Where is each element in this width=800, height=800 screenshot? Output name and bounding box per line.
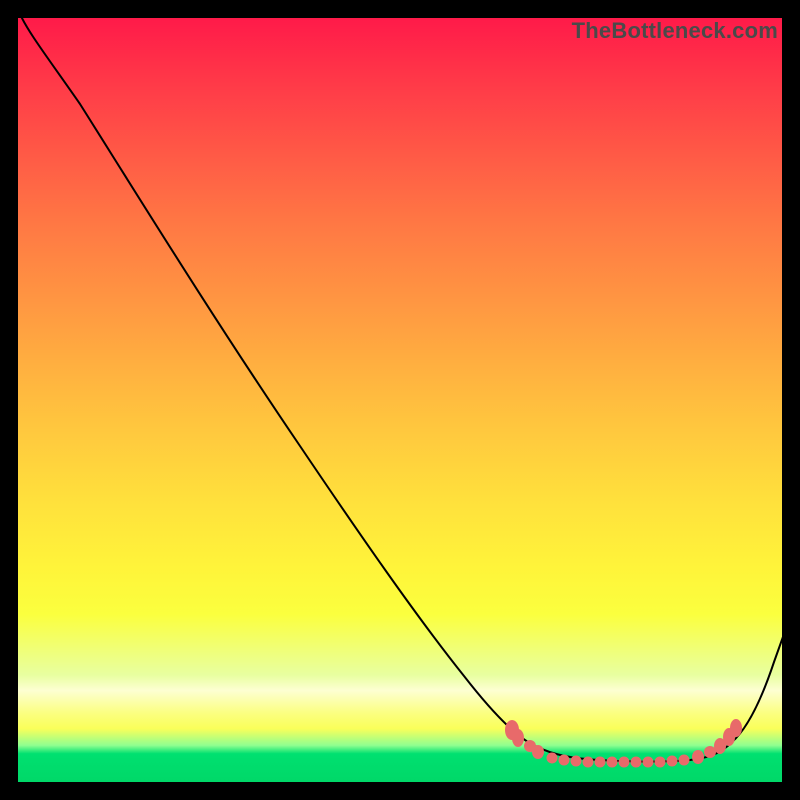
chart-frame: TheBottleneck.com xyxy=(0,0,800,800)
bead xyxy=(532,745,544,759)
bead xyxy=(692,750,704,764)
bead xyxy=(631,757,642,768)
bead xyxy=(619,757,630,768)
bead xyxy=(571,756,582,767)
bottleneck-curve xyxy=(20,18,782,762)
bead xyxy=(595,757,606,768)
bead xyxy=(583,757,594,768)
curve-svg xyxy=(18,18,782,782)
bead xyxy=(643,757,654,768)
bead xyxy=(655,757,666,768)
bead xyxy=(730,719,742,737)
bead xyxy=(679,755,690,766)
bead xyxy=(547,753,558,764)
bead xyxy=(559,755,570,766)
bead xyxy=(512,729,524,747)
plot-area: TheBottleneck.com xyxy=(18,18,782,782)
bead xyxy=(667,756,678,767)
bead xyxy=(607,757,618,768)
